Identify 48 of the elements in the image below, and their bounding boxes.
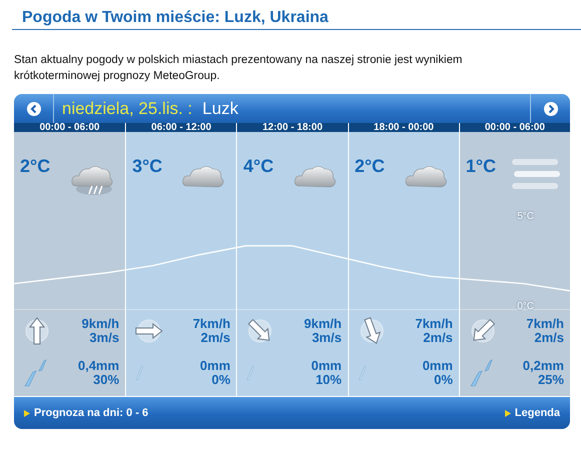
temperature: 2°C bbox=[354, 156, 385, 177]
precipitation-amount: 0mm bbox=[200, 359, 230, 373]
temperature: 3°C bbox=[132, 156, 162, 177]
precipitation-probability: 25% bbox=[538, 373, 564, 387]
rain-drops-icon bbox=[468, 358, 494, 388]
date-label: niedziela, 25.lis. : bbox=[62, 98, 192, 118]
next-icon bbox=[544, 102, 558, 116]
wind-speed-ms: 2m/s bbox=[423, 331, 453, 345]
rain-drops-icon bbox=[22, 358, 48, 388]
rain-drop-icon bbox=[356, 365, 367, 381]
wind-speed-ms: 2m/s bbox=[534, 331, 564, 345]
temperature: 4°C bbox=[243, 156, 274, 177]
wind-speed-kmh: 9km/h bbox=[82, 317, 120, 331]
precipitation-amount: 0,4mm bbox=[78, 359, 120, 373]
axis-tick-label: 0°C bbox=[517, 301, 534, 313]
intro-text: Stan aktualny pogody w polskich miastach prezentowany na naszej stronie jest wynikiem krótkoterminowej prognozy MeteoGroup. bbox=[14, 53, 464, 84]
axis-tick-label: 5°C bbox=[517, 211, 534, 223]
wind-speed-ms: 2m/s bbox=[200, 331, 230, 345]
precipitation-probability: 0% bbox=[434, 373, 453, 387]
precipitation-probability: 30% bbox=[93, 373, 120, 387]
wind-speed-kmh: 7km/h bbox=[526, 317, 564, 331]
temperature: 1°C bbox=[466, 156, 496, 177]
temperature: 2°C bbox=[20, 156, 50, 177]
precipitation-amount: 0,2mm bbox=[522, 359, 564, 373]
wind-speed-ms: 3m/s bbox=[312, 331, 342, 345]
wind-speed-ms: 3m/s bbox=[90, 331, 120, 345]
previous-icon bbox=[26, 102, 40, 116]
time-range: 18:00 - 00:00 bbox=[348, 123, 459, 132]
wind-speed-kmh: 7km/h bbox=[192, 317, 230, 331]
wind-speed-kmh: 7km/h bbox=[415, 317, 453, 331]
precipitation-probability: 10% bbox=[316, 373, 342, 387]
triangle-icon bbox=[24, 410, 30, 416]
precipitation-amount: 0mm bbox=[422, 359, 453, 373]
precipitation-probability: 0% bbox=[212, 373, 230, 387]
fog-icon bbox=[510, 156, 562, 192]
rain-drop-icon bbox=[245, 365, 256, 381]
time-range: 00:00 - 06:00 bbox=[460, 123, 570, 132]
rain-drop-icon bbox=[134, 365, 144, 381]
wind-speed-kmh: 9km/h bbox=[304, 317, 342, 331]
forecast-days-link[interactable]: Prognoza na dni: 0 - 6 bbox=[24, 407, 148, 419]
triangle-icon bbox=[504, 410, 511, 416]
legend-link[interactable]: Legenda bbox=[504, 407, 560, 419]
page-title: Pogoda w Twoim mieście: Luzk, Ukraina bbox=[12, 9, 581, 30]
city-label: Luzk bbox=[202, 98, 238, 118]
time-range: 06:00 - 12:00 bbox=[126, 123, 236, 132]
time-range: 12:00 - 18:00 bbox=[237, 123, 348, 132]
time-range: 00:00 - 06:00 bbox=[14, 123, 126, 132]
precipitation-amount: 0mm bbox=[311, 359, 342, 373]
